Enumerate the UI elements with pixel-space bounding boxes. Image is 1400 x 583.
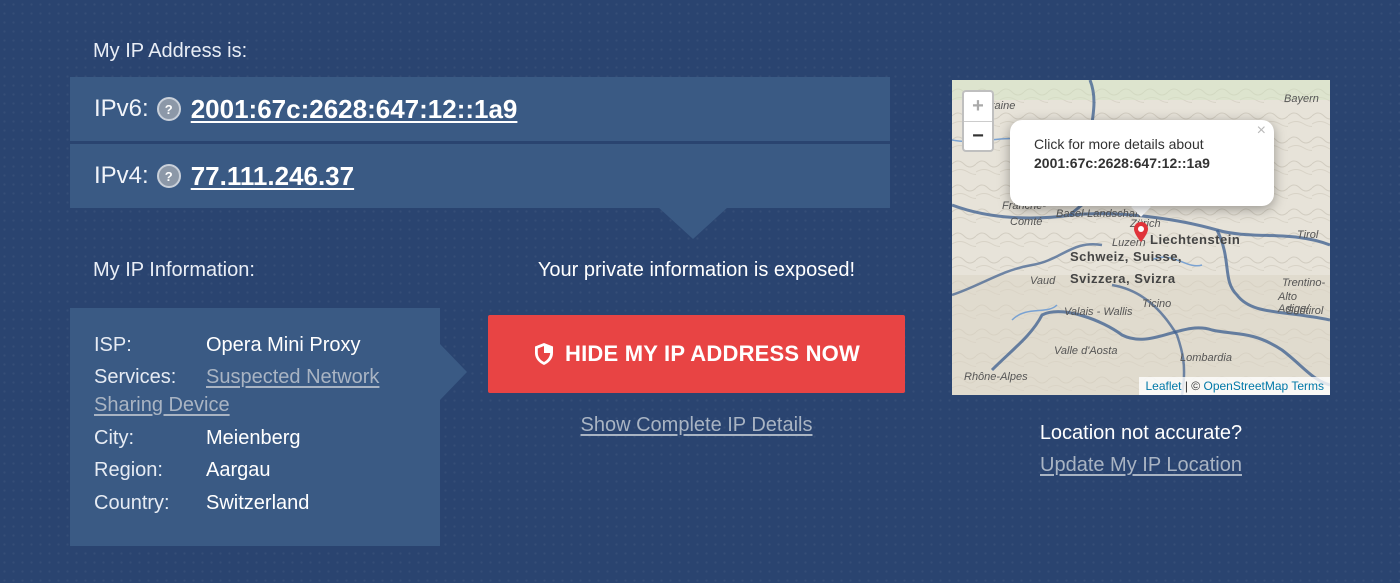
map-label: Lombardia [1180,352,1232,364]
show-complete-ip-details-link[interactable]: Show Complete IP Details [581,414,813,436]
map-label: Tirol [1297,229,1319,241]
hide-my-ip-button[interactable]: HIDE MY IP ADDRESS NOW [488,315,905,393]
exposure-warning: Your private information is exposed! [537,259,856,281]
ipv6-label: IPv6: [94,95,149,122]
hide-my-ip-button-label: HIDE MY IP ADDRESS NOW [565,341,860,366]
location-question: Location not accurate? [1039,422,1243,444]
zoom-in-button[interactable]: + [964,92,992,122]
map-label: Südtirol [1286,305,1324,317]
shield-icon [535,343,554,365]
ipv4-row: IPv4: ? 77.111.246.37 [70,144,890,208]
city-label: City: [94,427,134,449]
ip-box-pointer [658,207,728,239]
country-value: Switzerland [206,492,310,514]
map-label: Trentino- [1282,277,1326,289]
city-value: Meienberg [206,427,301,449]
map-label: Liechtenstein [1150,232,1241,247]
ipv6-row: IPv6: ? 2001:67c:2628:647:12::1a9 [70,77,890,141]
map-attribution: Leaflet | © OpenStreetMap Terms [1139,377,1330,395]
services-link-continued[interactable]: Sharing Device [94,394,230,417]
details-link-wrap: Show Complete IP Details [488,414,905,437]
map-label: Valais - Wallis [1064,306,1133,318]
ip-information-heading: My IP Information: [93,259,255,281]
popup-content: Click for more details about 2001:67c:26… [1034,135,1244,173]
ipv6-address-link[interactable]: 2001:67c:2628:647:12::1a9 [191,94,518,125]
isp-value: Opera Mini Proxy [206,334,361,356]
info-box-pointer [440,344,467,400]
ipv4-address-link[interactable]: 77.111.246.37 [191,161,354,192]
region-value: Aargau [206,459,271,481]
openstreetmap-link[interactable]: OpenStreetMap [1203,379,1288,393]
close-icon[interactable]: × [1257,122,1266,140]
location-map[interactable]: Lorraine Bayern Franche- Comté Basel-Lan… [952,80,1330,395]
map-label: Bayern [1284,93,1319,105]
map-label: Svizzera, Svizra [1070,271,1176,286]
zoom-out-button[interactable]: − [964,122,992,151]
help-icon[interactable]: ? [156,164,181,188]
update-link-wrap: Update My IP Location [952,454,1330,477]
map-label: Vaud [1030,275,1056,287]
zoom-control: + − [962,90,994,152]
update-my-ip-location-link[interactable]: Update My IP Location [1040,454,1242,476]
region-label: Region: [94,459,163,481]
terms-link[interactable]: Terms [1291,379,1324,393]
map-label: Rhône-Alpes [964,371,1028,383]
leaflet-link[interactable]: Leaflet [1145,379,1181,393]
map-label: Valle d'Aosta [1054,345,1118,357]
services-label: Services: [94,366,177,388]
map-label: Comté [1010,216,1043,228]
map-label: Ticino [1142,298,1172,310]
help-icon[interactable]: ? [156,97,181,121]
isp-label: ISP: [94,334,132,356]
location-popup[interactable]: Click for more details about 2001:67c:26… [1010,120,1274,206]
map-label: Schweiz, Suisse, [1070,249,1183,264]
country-label: Country: [94,492,170,514]
popup-ip: 2001:67c:2628:647:12::1a9 [1034,155,1210,171]
ip-information-panel: ISP: Opera Mini Proxy Services: Suspecte… [70,308,440,546]
attribution-separator: | © [1181,379,1204,393]
popup-text: Click for more details about [1034,136,1204,152]
map-label: Basel-Landschaft [1056,208,1141,220]
location-marker-icon[interactable] [1134,222,1148,242]
services-link[interactable]: Suspected Network [206,366,379,389]
ipv4-label: IPv4: [94,162,149,189]
ip-address-heading: My IP Address is: [93,40,248,62]
